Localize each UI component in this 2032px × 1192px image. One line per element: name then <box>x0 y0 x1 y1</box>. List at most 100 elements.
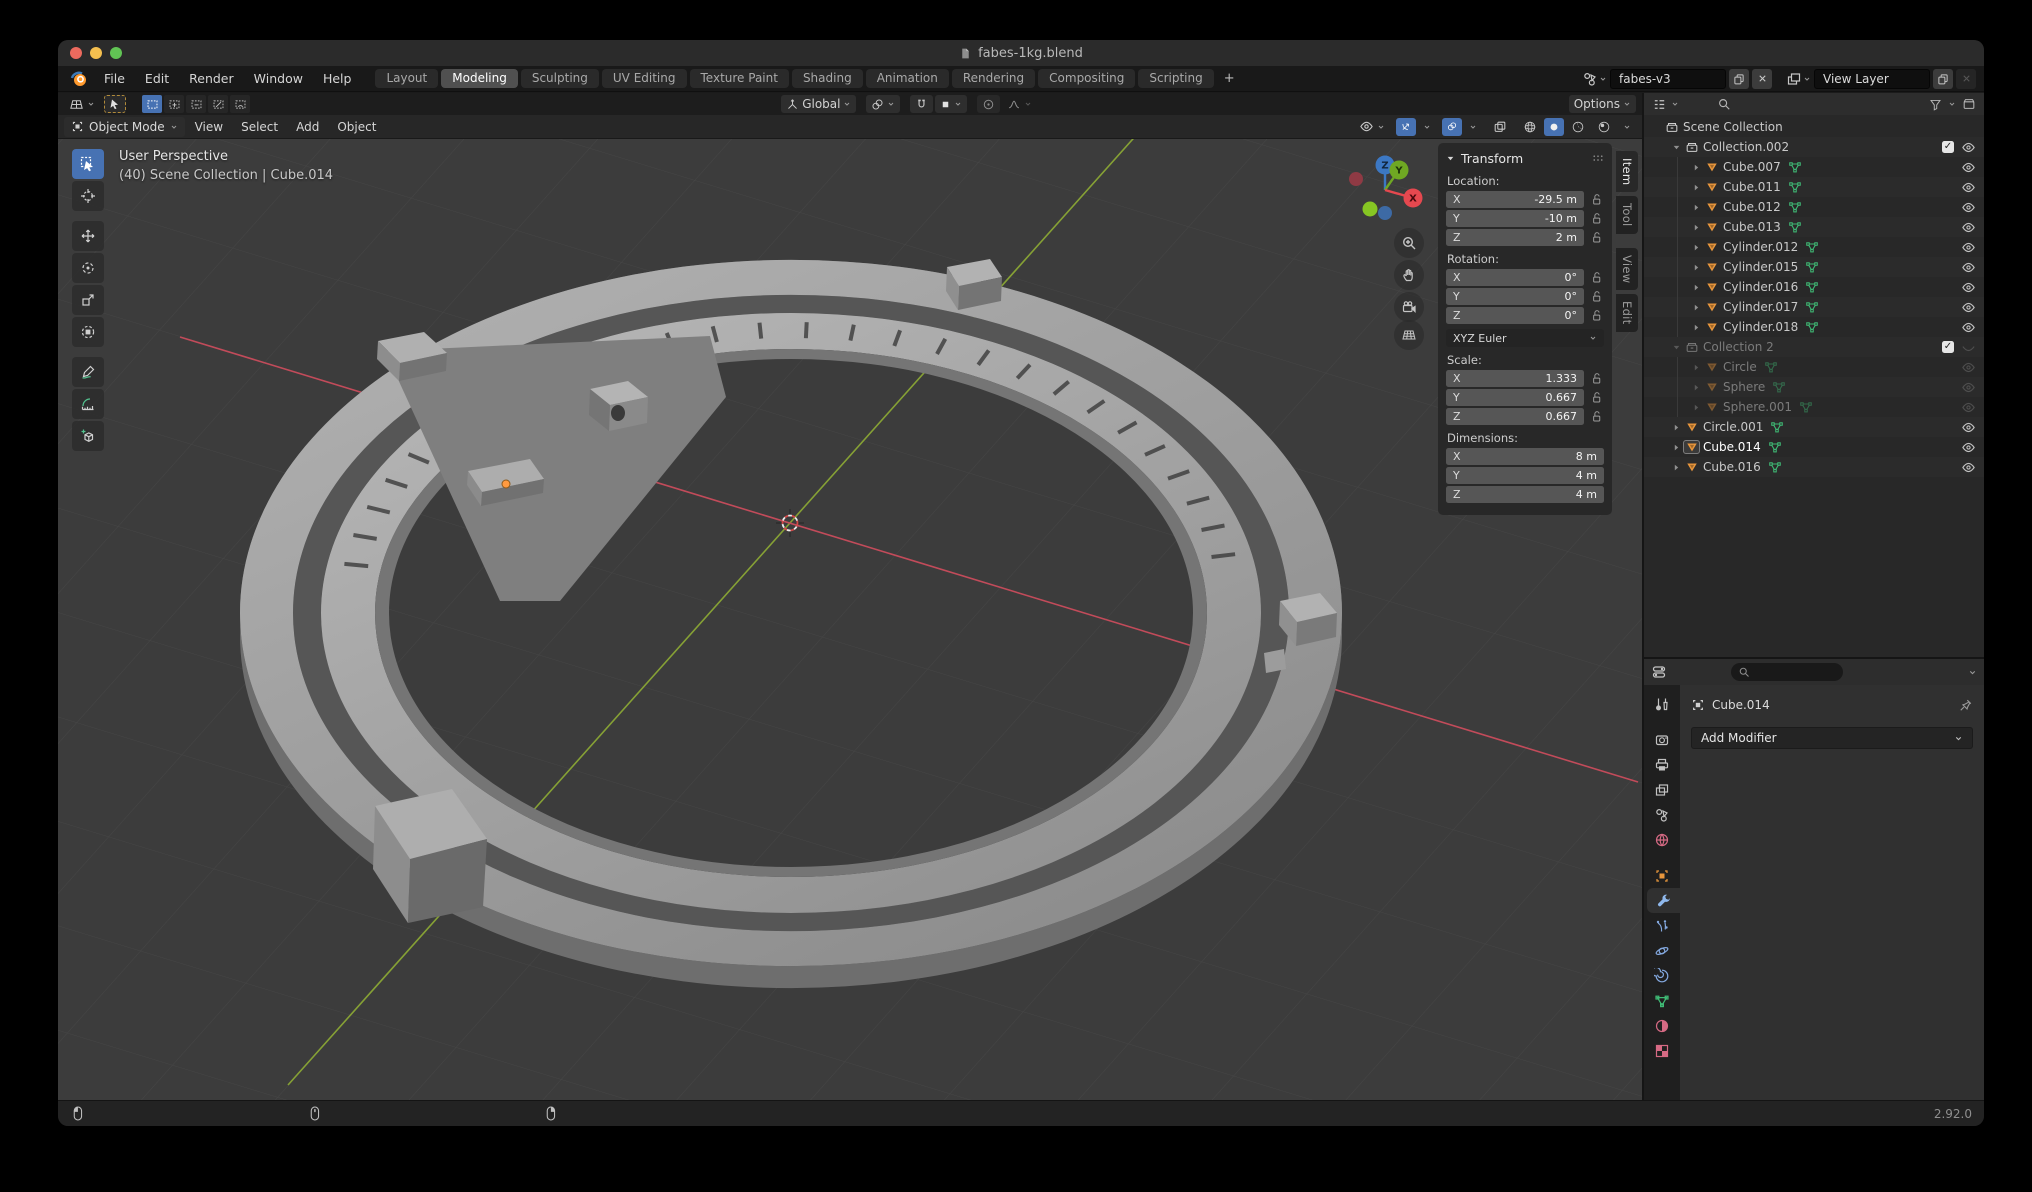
outliner-row[interactable]: Cube.007 <box>1644 157 1984 177</box>
hide-eye-toggle[interactable] <box>1961 180 1976 195</box>
select-mode-extend-button[interactable] <box>164 95 184 113</box>
snap-target-dropdown[interactable] <box>935 95 967 113</box>
outliner-item-label[interactable]: Collection.002 <box>1703 140 1789 154</box>
scene-unlink-button[interactable] <box>1752 69 1772 89</box>
hide-eye-toggle[interactable] <box>1961 440 1976 455</box>
properties-tab-physics[interactable] <box>1644 938 1680 963</box>
lock-icon[interactable] <box>1589 391 1604 404</box>
expander-right-icon[interactable] <box>1692 323 1701 332</box>
lock-icon[interactable] <box>1589 290 1604 303</box>
add-workspace-button[interactable]: + <box>1217 69 1242 88</box>
hide-eye-toggle[interactable] <box>1961 300 1976 315</box>
outliner-row[interactable]: Cylinder.018 <box>1644 317 1984 337</box>
workspace-tab-layout[interactable]: Layout <box>375 69 438 88</box>
viewport-navigation-gizmo[interactable]: Z Y X <box>1341 148 1433 234</box>
overlays-dropdown[interactable] <box>1464 122 1482 132</box>
menu-render[interactable]: Render <box>179 69 244 89</box>
outliner-item-label[interactable]: Sphere.001 <box>1723 400 1792 414</box>
select-mode-intersect-button[interactable] <box>230 95 250 113</box>
transform-field-rotation-y[interactable]: Y0° <box>1446 288 1584 305</box>
workspace-tab-rendering[interactable]: Rendering <box>952 69 1035 88</box>
outliner-row[interactable]: Circle <box>1644 357 1984 377</box>
pivot-point-dropdown[interactable] <box>866 95 900 113</box>
properties-tab-world[interactable] <box>1644 827 1680 852</box>
select-mode-invert-button[interactable] <box>208 95 228 113</box>
scene-name-field[interactable]: fabes-v3 <box>1610 69 1726 89</box>
properties-editor-type-dropdown[interactable] <box>1651 664 1667 680</box>
properties-tab-tool[interactable] <box>1644 691 1680 716</box>
properties-tab-object-data[interactable] <box>1644 988 1680 1013</box>
properties-search-box[interactable] <box>1731 663 1843 681</box>
workspace-tab-shading[interactable]: Shading <box>792 69 863 88</box>
sidebar-tab-item[interactable]: Item <box>1616 151 1638 192</box>
outliner-item-label[interactable]: Cylinder.012 <box>1723 240 1798 254</box>
expander-down-icon[interactable] <box>1672 143 1681 152</box>
tool-annotate-button[interactable] <box>72 357 104 387</box>
xray-toggle[interactable] <box>1488 119 1512 135</box>
properties-tab-particles[interactable] <box>1644 913 1680 938</box>
outliner-item-label[interactable]: Scene Collection <box>1683 120 1783 134</box>
hide-eye-toggle[interactable] <box>1961 160 1976 175</box>
outliner-item-label[interactable]: Cube.013 <box>1723 220 1781 234</box>
select-mode-subtract-button[interactable] <box>186 95 206 113</box>
menu-help[interactable]: Help <box>313 69 362 89</box>
lock-icon[interactable] <box>1589 193 1604 206</box>
expander-right-icon[interactable] <box>1692 303 1701 312</box>
zoom-button[interactable] <box>110 47 122 59</box>
scene-copy-button[interactable] <box>1729 69 1749 89</box>
zoom-view-button[interactable] <box>1394 228 1424 258</box>
properties-options-dropdown[interactable] <box>1968 668 1977 677</box>
gizmo-dropdown[interactable] <box>1418 122 1436 132</box>
3d-viewport[interactable]: Global <box>58 93 1642 1100</box>
outliner-row[interactable]: Collection 2 ✓ <box>1644 337 1984 357</box>
tool-add-cube-button[interactable] <box>72 421 104 451</box>
outliner-row[interactable]: Cube.013 <box>1644 217 1984 237</box>
workspace-tab-uv-editing[interactable]: UV Editing <box>602 69 687 88</box>
sidebar-tab-tool[interactable]: Tool <box>1616 196 1638 234</box>
properties-tab-render[interactable] <box>1644 727 1680 752</box>
select-mode-set-button[interactable] <box>142 95 162 113</box>
hide-eye-toggle[interactable] <box>1961 240 1976 255</box>
show-overlays-toggle[interactable] <box>1442 118 1462 136</box>
camera-view-button[interactable] <box>1394 292 1424 322</box>
expander-right-icon[interactable] <box>1672 463 1681 472</box>
lock-icon[interactable] <box>1589 372 1604 385</box>
minimize-button[interactable] <box>90 47 102 59</box>
shading-dropdown[interactable] <box>1618 122 1636 132</box>
expander-down-icon[interactable] <box>1672 343 1681 352</box>
expander-right-icon[interactable] <box>1692 283 1701 292</box>
shading-wireframe-button[interactable] <box>1518 119 1542 135</box>
hide-eye-toggle[interactable] <box>1961 400 1976 415</box>
shading-rendered-button[interactable] <box>1592 119 1616 135</box>
expander-right-icon[interactable] <box>1692 243 1701 252</box>
hide-eye-toggle[interactable] <box>1961 360 1976 375</box>
view-layer-field[interactable]: View Layer <box>1814 69 1930 89</box>
block-mesh-top[interactable] <box>946 259 1002 310</box>
outliner-row[interactable]: Cylinder.016 <box>1644 277 1984 297</box>
add-modifier-dropdown[interactable]: Add Modifier <box>1691 727 1973 749</box>
rotation-mode-dropdown[interactable]: XYZ Euler <box>1446 329 1604 347</box>
outliner-item-label[interactable]: Cube.014 <box>1703 440 1761 454</box>
outliner-filter-dropdown[interactable] <box>1929 98 1942 111</box>
blender-logo-icon[interactable] <box>70 70 88 88</box>
new-collection-button[interactable] <box>1962 97 1976 111</box>
menu-edit[interactable]: Edit <box>135 69 179 89</box>
outliner-row[interactable]: Cylinder.017 <box>1644 297 1984 317</box>
hide-eye-toggle[interactable] <box>1961 280 1976 295</box>
proportional-falloff-dropdown[interactable] <box>1002 97 1037 112</box>
outliner-row[interactable]: Cube.016 <box>1644 457 1984 477</box>
tool-scale-button[interactable] <box>72 285 104 315</box>
workspace-tab-modeling[interactable]: Modeling <box>441 69 518 88</box>
hide-eye-toggle[interactable] <box>1961 340 1976 355</box>
outliner-row[interactable]: Cylinder.015 <box>1644 257 1984 277</box>
options-dropdown[interactable]: Options <box>1569 95 1636 113</box>
workspace-tab-scripting[interactable]: Scripting <box>1138 69 1213 88</box>
expander-right-icon[interactable] <box>1692 403 1701 412</box>
tool-rotate-button[interactable] <box>72 253 104 283</box>
transform-field-rotation-z[interactable]: Z0° <box>1446 307 1584 324</box>
close-button[interactable] <box>70 47 82 59</box>
hide-eye-toggle[interactable] <box>1961 220 1976 235</box>
viewport-menu-select[interactable]: Select <box>233 117 286 137</box>
transform-field-dimensions-z[interactable]: Z4 m <box>1446 486 1604 503</box>
properties-tab-object[interactable] <box>1644 863 1680 888</box>
